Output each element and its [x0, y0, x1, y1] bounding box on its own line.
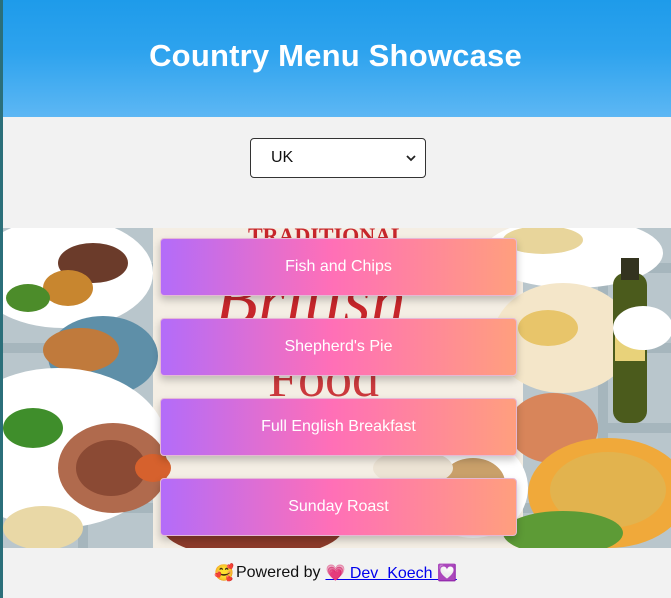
page-footer: 🥰 Powered by 💗 Dev Koech 💟	[0, 548, 671, 598]
menu-item-shepherds-pie[interactable]: Shepherd's Pie	[160, 318, 517, 376]
menu-item-sunday-roast[interactable]: Sunday Roast	[160, 478, 517, 536]
menu-item-fish-and-chips[interactable]: Fish and Chips	[160, 238, 517, 296]
country-select[interactable]: UK	[250, 138, 426, 178]
powered-by-text: Powered by	[235, 564, 321, 581]
country-select-value: UK	[271, 149, 294, 166]
window-left-edge	[0, 0, 3, 598]
menu-item-label: Full English Breakfast	[261, 418, 416, 435]
page-title: Country Menu Showcase	[149, 37, 522, 73]
chevron-down-icon	[406, 155, 416, 162]
menu-item-label: Shepherd's Pie	[284, 338, 393, 355]
author-link[interactable]: 💗 Dev Koech 💟	[325, 563, 456, 583]
menu-item-label: Sunday Roast	[288, 498, 389, 515]
page-header: Country Menu Showcase	[0, 0, 671, 117]
smiling-hearts-emoji-icon: 🥰	[214, 565, 234, 582]
menu-item-full-english-breakfast[interactable]: Full English Breakfast	[160, 398, 517, 456]
menu-item-label: Fish and Chips	[285, 258, 392, 275]
country-select-box[interactable]: UK	[250, 138, 426, 178]
